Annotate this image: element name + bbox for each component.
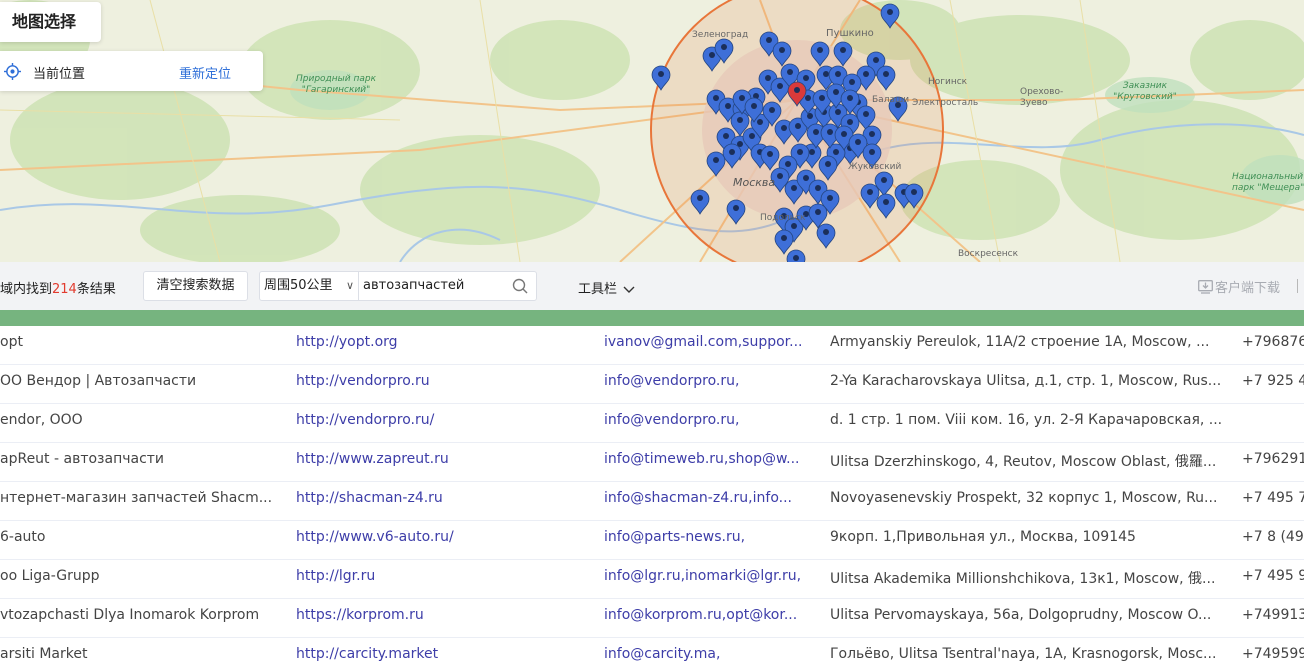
table-row[interactable]: arsiti Market http://carcity.market info…	[0, 638, 1304, 672]
address-cell: Ulitsa Pervomayskaya, 56a, Dolgoprudny, …	[830, 607, 1212, 623]
table-row[interactable]: apReut - автозапчасти http://www.zapreut…	[0, 443, 1304, 482]
address-cell: Ulitsa Dzerzhinskogo, 4, Reutov, Moscow …	[830, 454, 1217, 470]
phone-cell: +7 8 (495	[1242, 529, 1304, 545]
map-label-elektrostal: Электросталь	[912, 98, 979, 108]
result-summary: 域内找到214条结果	[0, 278, 116, 297]
table-row[interactable]: нтернет-магазин запчастей Shacm... http:…	[0, 482, 1304, 521]
website-link[interactable]: http://lgr.ru	[296, 568, 586, 584]
website-link[interactable]: http://yopt.org	[296, 334, 586, 350]
email-link[interactable]: info@shacman-z4.ru,info...	[604, 490, 816, 506]
results-table: opt http://yopt.org ivanov@gmail.com,sup…	[0, 326, 1304, 672]
table-header-bar	[0, 310, 1304, 326]
search-toolbar: 域内找到214条结果 清空搜索数据 周围50公里 ∨ 工具栏 客户端下载	[0, 262, 1304, 310]
table-row[interactable]: 6-auto http://www.v6-auto.ru/ info@parts…	[0, 521, 1304, 560]
map-label-national-park: Национальный парк "Мещера"	[1232, 172, 1304, 193]
website-link[interactable]: http://www.zapreut.ru	[296, 451, 586, 467]
result-suffix: 条结果	[76, 282, 116, 297]
tools-menu-label: 工具栏	[578, 282, 618, 297]
chevron-down-icon	[623, 286, 635, 293]
locate-icon	[4, 63, 21, 80]
table-row[interactable]: ОО Вендор | Автозапчасти http://vendorpr…	[0, 365, 1304, 404]
map-label-moskva: Москва	[733, 176, 776, 189]
email-link[interactable]: info@korprom.ru,opt@kor...	[604, 607, 816, 623]
phone-cell: +79629171	[1242, 451, 1304, 467]
email-link[interactable]: info@timeweb.ru,shop@w...	[604, 451, 816, 467]
result-count: 214	[52, 282, 77, 297]
website-link[interactable]: http://carcity.market	[296, 646, 586, 662]
map-label-podolsk: Подольск	[760, 213, 806, 223]
download-icon	[1198, 280, 1213, 294]
company-name: opt	[0, 334, 23, 350]
chevron-down-icon: ∨	[345, 279, 354, 292]
phone-cell: +74991300	[1242, 607, 1304, 623]
phone-cell: +79687617	[1242, 334, 1304, 350]
map-label-zelenograd: Зеленоград	[692, 30, 749, 40]
current-location-label: 当前位置	[33, 67, 86, 82]
website-link[interactable]: http://vendorpro.ru/	[296, 412, 586, 428]
map-label-voskresensk: Воскресенск	[958, 249, 1019, 259]
range-select[interactable]: 周围50公里 ∨	[259, 271, 359, 301]
website-link[interactable]: http://www.v6-auto.ru/	[296, 529, 586, 545]
phone-cell: +7 495 73	[1242, 490, 1304, 506]
company-name: endor, ООО	[0, 412, 83, 428]
email-link[interactable]: info@vendorpro.ru,	[604, 373, 816, 389]
email-link[interactable]: ivanov@gmail.com,suppor...	[604, 334, 816, 350]
map-label-orekhovo: Орехово-Зуево	[1020, 87, 1064, 108]
range-select-value: 周围50公里	[264, 278, 333, 293]
map-label-park: Природный парк "Гагаринский"	[295, 74, 377, 95]
email-link[interactable]: info@carcity.ma,	[604, 646, 816, 662]
address-cell: 9корп. 1,Привольная ул., Москва, 109145	[830, 529, 1136, 545]
company-name: vtozapchasti Dlya Inomarok Korprom	[0, 607, 260, 623]
table-row[interactable]: opt http://yopt.org ivanov@gmail.com,sup…	[0, 326, 1304, 365]
map-label-pushkino: Пушкино	[826, 28, 874, 39]
address-cell: Novoyasenevskiy Prospekt, 32 корпус 1, M…	[830, 490, 1218, 506]
tools-menu[interactable]: 工具栏	[578, 278, 635, 297]
address-cell: Armyanskiy Pereulok, 11A/2 строение 1A, …	[830, 334, 1210, 350]
map-view[interactable]: Зеленоград Пушкино Природный парк "Гагар…	[0, 0, 1304, 262]
company-name: oo Liga-Grupp	[0, 568, 100, 584]
toolbar-divider	[1297, 279, 1298, 293]
company-name: ОО Вендор | Автозапчасти	[0, 373, 197, 389]
result-prefix: 域内找到	[0, 282, 53, 297]
company-name: arsiti Market	[0, 646, 88, 662]
table-row[interactable]: oo Liga-Grupp http://lgr.ru info@lgr.ru,…	[0, 560, 1304, 599]
address-cell: 2-Ya Karacharovskaya Ulitsa, д.1, стр. 1…	[830, 373, 1222, 389]
table-row[interactable]: endor, ООО http://vendorpro.ru/ info@ven…	[0, 404, 1304, 443]
phone-cell: +74959959	[1242, 646, 1304, 662]
email-link[interactable]: info@parts-news.ru,	[604, 529, 816, 545]
search-icon[interactable]	[512, 278, 528, 294]
map-label-zakaznik: Заказник "Крутовский"	[1113, 81, 1177, 102]
phone-cell: +7 925 46	[1242, 373, 1304, 389]
search-input[interactable]	[363, 278, 503, 293]
map-label-balashikha: Балаши	[872, 95, 910, 105]
map-label-noginsk: Ногинск	[928, 77, 968, 87]
map-background	[0, 0, 1304, 262]
phone-cell: +7 495 92	[1242, 568, 1304, 584]
table-row[interactable]: vtozapchasti Dlya Inomarok Korprom https…	[0, 599, 1304, 638]
email-link[interactable]: info@vendorpro.ru,	[604, 412, 816, 428]
relocate-link[interactable]: 重新定位	[179, 63, 231, 82]
company-name: apReut - автозапчасти	[0, 451, 165, 467]
map-label-zhukovsky: Жуковский	[848, 162, 902, 172]
company-name: 6-auto	[0, 529, 46, 545]
clear-search-button[interactable]: 清空搜索数据	[143, 271, 248, 301]
client-download-label: 客户端下载	[1215, 281, 1281, 296]
current-location-panel: 当前位置 重新定位	[0, 51, 263, 91]
client-download-link[interactable]: 客户端下载	[1198, 277, 1280, 296]
address-cell: d. 1 стр. 1 пом. Viii ком. 16, ул. 2-Я К…	[830, 412, 1223, 428]
website-link[interactable]: http://vendorpro.ru	[296, 373, 586, 389]
address-cell: Ulitsa Akademika Millionshchikova, 13к1,…	[830, 571, 1216, 587]
address-cell: Гольёво, Ulitsa Tsentral'naya, 1A, Krasn…	[830, 646, 1217, 662]
website-link[interactable]: http://shacman-z4.ru	[296, 490, 586, 506]
company-name: нтернет-магазин запчастей Shacm...	[0, 490, 273, 506]
email-link[interactable]: info@lgr.ru,inomarki@lgr.ru,	[604, 568, 816, 584]
website-link[interactable]: https://korprom.ru	[296, 607, 586, 623]
map-select-title: 地图选择	[0, 2, 101, 42]
search-box	[358, 271, 537, 301]
